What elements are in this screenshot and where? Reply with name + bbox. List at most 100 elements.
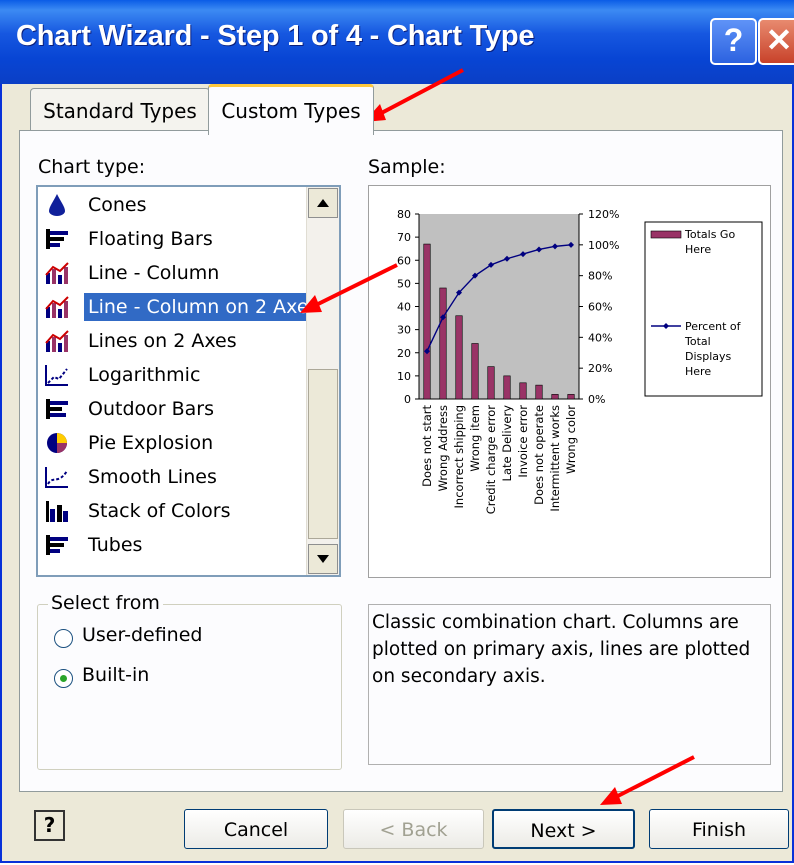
list-item[interactable]: Outdoor Bars <box>42 393 312 425</box>
triangle-down-icon <box>317 555 329 563</box>
bar <box>567 394 575 400</box>
list-item-label: Outdoor Bars <box>88 398 214 420</box>
list-item[interactable]: Logarithmic <box>42 359 312 391</box>
x-tick-label: Credit charge error <box>484 405 498 515</box>
list-item[interactable]: Line - Column <box>42 257 312 289</box>
window-title: Chart Wizard - Step 1 of 4 - Chart Type <box>16 20 535 52</box>
legend-label: Percent of <box>685 320 742 333</box>
list-item[interactable]: Stack of Colors <box>42 495 312 527</box>
y2-tick-label: 0% <box>588 393 605 406</box>
legend-label: Totals Go <box>684 228 735 241</box>
finish-button[interactable]: Finish <box>649 809 789 849</box>
list-item-label: Line - Column <box>88 262 220 284</box>
stack-colors-icon <box>46 501 68 522</box>
user-defined-label[interactable]: User-defined <box>82 624 202 646</box>
select-from-label: Select from <box>48 592 163 614</box>
bar <box>439 287 447 400</box>
x-tick-label: Wrong item <box>468 405 482 472</box>
scroll-down-button[interactable] <box>308 544 338 574</box>
y2-tick-label: 80% <box>588 270 612 283</box>
list-item[interactable]: Tubes <box>42 529 312 561</box>
list-scrollbar[interactable] <box>306 187 339 575</box>
x-tick-label: Wrong color <box>564 405 578 474</box>
triangle-up-icon <box>317 199 329 207</box>
logarithmic-icon <box>45 365 68 386</box>
bar <box>519 382 527 400</box>
y-tick-label: 70 <box>397 231 411 244</box>
list-item-label: Tubes <box>88 534 143 556</box>
chart-description: Classic combination chart. Columns are p… <box>368 604 771 765</box>
x-tick-label: Incorrect shipping <box>452 405 466 508</box>
list-item[interactable]: Cones <box>42 189 312 221</box>
bar <box>423 243 431 400</box>
list-item[interactable]: Pie Explosion <box>42 427 312 459</box>
y2-tick-label: 100% <box>588 239 619 252</box>
bar <box>551 394 559 400</box>
list-item-label: Logarithmic <box>88 364 201 386</box>
close-icon[interactable]: ✕ <box>758 18 794 65</box>
sample-preview: 0 10 20 30 40 50 60 70 80 0% 20% 40% 60% 80% 100% 120% D… <box>368 185 771 578</box>
legend-label: Here <box>685 365 711 378</box>
built-in-label[interactable]: Built-in <box>82 664 149 686</box>
list-item-label: Smooth Lines <box>88 466 217 488</box>
bar <box>535 384 543 400</box>
y-tick-label: 80 <box>397 208 411 221</box>
x-tick-label: Does not start <box>420 405 434 487</box>
floating-bars-icon <box>46 229 68 249</box>
smooth-lines-icon <box>45 467 68 488</box>
next-button[interactable]: Next > <box>492 809 635 849</box>
sample-chart: 0 10 20 30 40 50 60 70 80 0% 20% 40% 60% 80% 100% 120% D… <box>397 208 763 515</box>
list-item-label: Stack of Colors <box>88 500 231 522</box>
legend-label: Here <box>685 243 711 256</box>
y-tick-label: 60 <box>397 254 411 267</box>
x-tick-label: Intermittent works <box>548 405 562 512</box>
list-item[interactable]: Floating Bars <box>42 223 312 255</box>
cone-icon <box>49 194 65 216</box>
line-column-icon <box>45 262 69 284</box>
scroll-up-button[interactable] <box>308 188 338 218</box>
list-item[interactable]: Smooth Lines <box>42 461 312 493</box>
tab-custom-types[interactable]: Custom Types <box>208 84 374 135</box>
help-button[interactable]: ? <box>34 810 65 841</box>
y-tick-label: 0 <box>404 393 411 406</box>
list-item-selected[interactable]: Line - Column on 2 Axes <box>42 291 323 323</box>
y-tick-label: 30 <box>397 324 411 337</box>
y2-tick-label: 60% <box>588 301 612 314</box>
x-tick-label: Does not operate <box>532 405 546 505</box>
list-item-label: Line - Column on 2 Axes <box>84 293 323 321</box>
bar <box>503 375 511 400</box>
list-item[interactable]: Lines on 2 Axes <box>42 325 312 357</box>
line-column-2axes-icon <box>45 296 69 318</box>
y-tick-label: 20 <box>397 347 411 360</box>
outdoor-bars-icon <box>46 399 68 419</box>
bar <box>487 366 495 400</box>
help-icon[interactable]: ? <box>710 18 757 65</box>
list-item-label: Floating Bars <box>88 228 213 250</box>
x-tick-label: Wrong Address <box>436 405 450 491</box>
legend-label: Displays <box>685 350 732 363</box>
list-item-label: Pie Explosion <box>88 432 214 454</box>
y2-tick-label: 40% <box>588 331 612 344</box>
user-defined-radio[interactable] <box>54 629 73 648</box>
pie-icon <box>47 433 67 453</box>
cancel-button[interactable]: Cancel <box>184 809 328 849</box>
list-item-label: Cones <box>88 194 147 216</box>
bar <box>455 315 463 400</box>
title-bar[interactable]: Chart Wizard - Step 1 of 4 - Chart Type … <box>0 0 794 84</box>
bar <box>471 343 479 400</box>
tab-standard-types[interactable]: Standard Types <box>30 88 210 131</box>
chart-type-label: Chart type: <box>38 156 146 178</box>
legend-bar-swatch <box>650 230 682 239</box>
tubes-icon <box>46 535 68 555</box>
sample-label: Sample: <box>368 156 446 178</box>
back-button[interactable]: < Back <box>343 809 484 849</box>
y2-tick-label: 120% <box>588 208 619 221</box>
y-tick-label: 10 <box>397 370 411 383</box>
y-tick-label: 50 <box>397 277 411 290</box>
chart-type-list[interactable]: Cones Floating Bars Line - Column Line -… <box>36 185 341 577</box>
x-tick-label: Invoice error <box>516 405 530 478</box>
y-tick-label: 40 <box>397 301 411 314</box>
scroll-thumb[interactable] <box>308 369 338 539</box>
built-in-radio[interactable] <box>54 669 73 688</box>
select-from-group: Select from User-defined Built-in <box>37 592 342 770</box>
